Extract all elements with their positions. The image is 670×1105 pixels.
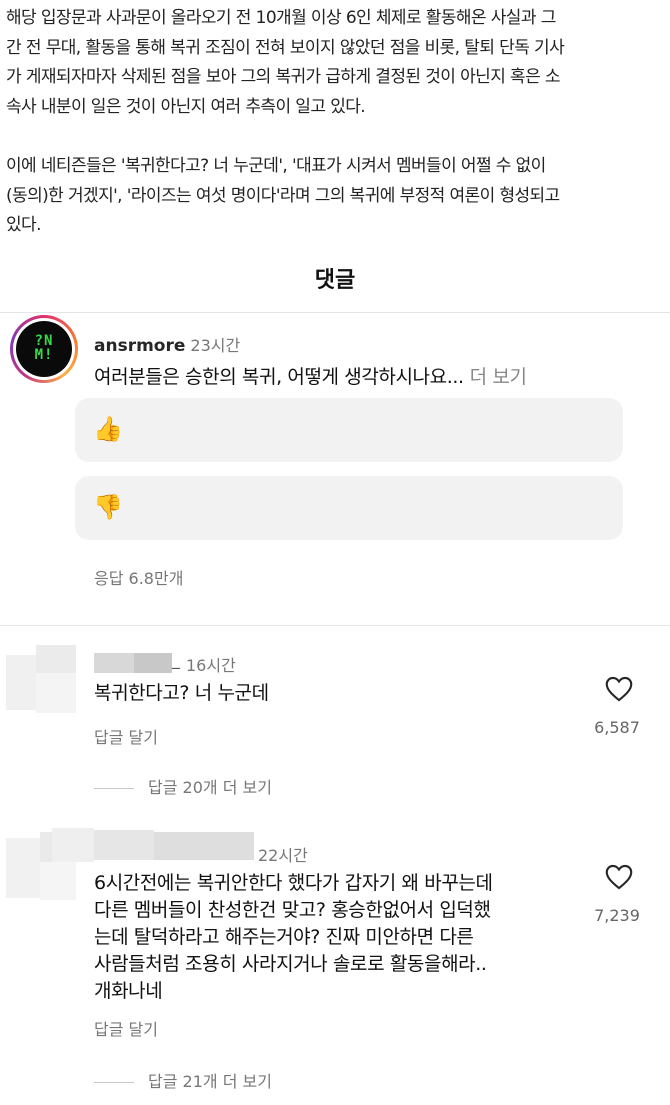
article-line: 해당 입장문과 사과문이 올라오기 전 10개월 이상 6인 체제로 활동해온 …	[6, 8, 556, 28]
article-body: 해당 입장문과 사과문이 올라오기 전 10개월 이상 6인 체제로 활동해온 …	[6, 4, 666, 241]
see-more-link[interactable]: 더 보기	[470, 366, 527, 388]
avatar-logo-line: ?N	[34, 333, 54, 349]
like-count: 7,239	[594, 906, 640, 925]
comment-text-line: 6시간전에는 복귀안한다 했다가 갑자기 왜 바꾸는데	[94, 872, 493, 894]
post-text: 여러분들은 승한의 복귀, 어떻게 생각하시나요... 더 보기	[94, 362, 527, 389]
thumbs-up-icon: 👍	[93, 415, 123, 443]
article-paragraph-1: 해당 입장문과 사과문이 올라오기 전 10개월 이상 6인 체제로 활동해온 …	[6, 4, 666, 122]
view-replies-button[interactable]: 답글 21개 더 보기	[94, 1068, 272, 1092]
heart-icon[interactable]	[605, 676, 633, 702]
avatar-border: ?N M!	[13, 318, 75, 380]
like-count: 6,587	[594, 718, 640, 737]
comment-text: 복귀한다고? 너 누군데	[94, 680, 269, 707]
vote-down-button[interactable]: 👎	[75, 476, 623, 540]
username-suffix: _	[172, 650, 180, 669]
comment-time: 16시간	[186, 656, 236, 675]
comment-time: 22시간	[258, 846, 308, 865]
divider-line	[94, 1082, 134, 1083]
responses-count[interactable]: 응답 6.8만개	[94, 565, 183, 589]
blurred-username[interactable]	[94, 830, 154, 860]
article-line: 속사 내분이 일은 것이 아닌지 여러 추측이 일고 있다.	[6, 96, 366, 117]
article-paragraph-2: 이에 네티즌들은 '복귀한다고? 너 누군데', '대표가 시켜서 멤버들이 어…	[6, 152, 666, 241]
avatar-logo-line: M!	[34, 347, 54, 363]
post-avatar[interactable]: ?N M!	[10, 315, 78, 383]
blurred-username[interactable]	[94, 653, 134, 673]
divider	[0, 312, 670, 313]
view-replies-label[interactable]: 답글 20개 더 보기	[148, 778, 272, 797]
reply-button[interactable]: 답글 달기	[94, 724, 158, 748]
comment-avatar-blurred[interactable]	[6, 645, 76, 715]
comment-text-line: 사람들처럼 조용히 사라지거나 솔로로 활동을해라..	[94, 953, 487, 975]
post-username-text[interactable]: ansrmore	[94, 336, 185, 356]
article-line: 이에 네티즌들은 '복귀한다고? 너 누군데', '대표가 시켜서 멤버들이 어…	[6, 156, 546, 176]
blurred-username[interactable]	[134, 653, 172, 673]
reply-button[interactable]: 답글 달기	[94, 1016, 158, 1040]
divider-line	[94, 788, 134, 789]
post-time: 23시간	[190, 336, 241, 355]
blurred-username[interactable]	[52, 828, 94, 862]
divider	[0, 625, 670, 626]
article-line: (동의)한 거겠지', '라이즈는 여섯 명이다'라며 그의 복귀에 부정적 여…	[6, 185, 560, 206]
comment-text-line: 다른 멤버들이 찬성한건 맞고? 홍승한없어서 입덕했	[94, 899, 491, 921]
comment-text: 6시간전에는 복귀안한다 했다가 갑자기 왜 바꾸는데 다른 멤버들이 찬성한건…	[94, 870, 493, 1005]
comment-text-line: 는데 탈덕하라고 해주는거야? 진짜 미안하면 다른	[94, 926, 474, 948]
view-replies-button[interactable]: 답글 20개 더 보기	[94, 774, 272, 798]
thumbs-down-icon: 👎	[93, 493, 123, 521]
article-line: 있다.	[6, 215, 41, 235]
comments-title: 댓글	[314, 268, 356, 293]
heart-icon[interactable]	[605, 864, 633, 890]
article-line: 가 게재되자마자 삭제된 점을 보아 그의 복귀가 급하게 결정된 것이 아닌지…	[6, 67, 561, 87]
post-text-content: 여러분들은 승한의 복귀, 어떻게 생각하시나요...	[94, 366, 464, 388]
avatar-logo-icon: ?N M!	[16, 321, 72, 377]
blurred-username[interactable]	[154, 832, 254, 860]
article-line: 간 전 무대, 활동을 통해 복귀 조짐이 전혀 보이지 않았던 점을 비롯, …	[6, 37, 565, 58]
vote-up-button[interactable]: 👍	[75, 398, 623, 462]
comment-text-line: 복귀한다고? 너 누군데	[94, 682, 269, 704]
view-replies-label[interactable]: 답글 21개 더 보기	[148, 1072, 272, 1091]
post-username[interactable]: ansrmore 23시간	[94, 332, 240, 356]
comment-text-line: 개화나네	[94, 980, 163, 1002]
